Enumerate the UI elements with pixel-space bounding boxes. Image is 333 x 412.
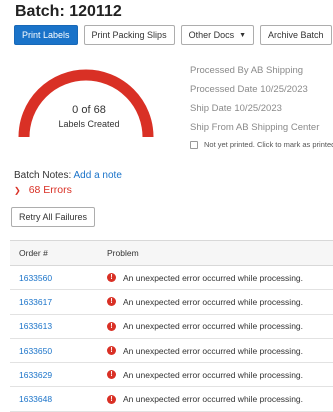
problem-cell: ! An unexpected error occurred while proc… <box>107 394 303 404</box>
table-body: 1633560! An unexpected error occurred whi… <box>10 266 333 412</box>
page-title: Batch: 120112 <box>15 3 122 20</box>
problem-text: An unexpected error occurred while proce… <box>123 321 304 332</box>
ship-from: Ship From AB Shipping Center <box>190 122 320 133</box>
problem-cell: ! An unexpected error occurred while proc… <box>107 273 303 283</box>
table-row: 1633613! An unexpected error occurred whi… <box>10 315 333 339</box>
order-column-header: Order # <box>19 248 48 258</box>
problem-cell: ! An unexpected error occurred while proc… <box>107 370 303 380</box>
error-icon: ! <box>107 297 116 307</box>
table-row: 1633629! An unexpected error occurred whi… <box>10 363 333 388</box>
error-icon: ! <box>107 370 116 380</box>
order-link[interactable]: 1633648 <box>10 394 107 404</box>
table-row: 1633560! An unexpected error occurred whi… <box>10 266 333 291</box>
retry-all-failures-button[interactable]: Retry All Failures <box>11 207 96 227</box>
problem-cell: ! An unexpected error occurred while proc… <box>107 297 303 307</box>
other-docs-dropdown[interactable]: Other Docs ▼ <box>180 25 255 45</box>
gauge-count: 0 of 68 <box>72 104 106 116</box>
gauge-label: Labels Created <box>58 119 120 129</box>
processed-by: Processed By AB Shipping <box>190 65 304 76</box>
caret-down-icon: ▼ <box>239 31 247 39</box>
ship-date: Ship Date 10/25/2023 <box>190 103 282 114</box>
other-docs-label: Other Docs <box>188 30 235 40</box>
errors-toggle[interactable]: ❯ 68 Errors <box>14 184 72 196</box>
error-icon: ! <box>107 346 116 356</box>
labels-created-gauge: 0 of 68 Labels Created <box>14 62 164 150</box>
toolbar: Print Labels Print Packing Slips Other D… <box>14 25 333 45</box>
error-icon: ! <box>107 321 116 331</box>
problem-column-header: Problem <box>107 248 139 258</box>
problem-cell: ! An unexpected error occurred while proc… <box>107 346 303 356</box>
order-link[interactable]: 1633617 <box>10 297 107 307</box>
problem-text: An unexpected error occurred while proce… <box>123 394 304 405</box>
order-link[interactable]: 1633629 <box>10 370 107 380</box>
printed-status-text: Not yet printed. Click to mark as printe… <box>204 140 333 149</box>
errors-summary: 68 Errors <box>28 184 72 196</box>
problem-text: An unexpected error occurred while proce… <box>123 272 304 283</box>
chevron-down-icon: ❯ <box>14 185 21 195</box>
add-note-link[interactable]: Add a note <box>74 170 122 181</box>
batch-info: Processed By AB Shipping Processed Date … <box>190 64 333 149</box>
print-labels-button[interactable]: Print Labels <box>14 25 78 45</box>
problem-text: An unexpected error occurred while proce… <box>123 369 304 380</box>
order-link[interactable]: 1633560 <box>10 273 107 283</box>
table-row: 1633617! An unexpected error occurred whi… <box>10 290 333 315</box>
table-row: 1633650! An unexpected error occurred whi… <box>10 339 333 364</box>
table-row: 1633648! An unexpected error occurred whi… <box>10 387 333 412</box>
order-link[interactable]: 1633613 <box>10 321 107 331</box>
printed-status-row[interactable]: Not yet printed. Click to mark as printe… <box>190 140 333 149</box>
order-link[interactable]: 1633650 <box>10 346 107 356</box>
problem-text: An unexpected error occurred while proce… <box>123 296 304 307</box>
printed-checkbox[interactable] <box>190 140 198 149</box>
error-icon: ! <box>107 394 116 404</box>
table-header: Order # Problem <box>10 241 333 266</box>
processed-date: Processed Date 10/25/2023 <box>190 84 308 95</box>
archive-batch-button[interactable]: Archive Batch <box>260 25 332 45</box>
problem-text: An unexpected error occurred while proce… <box>123 345 304 356</box>
batch-notes: Batch Notes: Add a note <box>14 170 122 181</box>
error-icon: ! <box>107 273 116 283</box>
errors-table: Order # Problem 1633560! An unexpected er… <box>10 240 333 412</box>
batch-notes-label: Batch Notes: <box>14 170 72 181</box>
problem-cell: ! An unexpected error occurred while proc… <box>107 321 303 331</box>
print-packing-slips-button[interactable]: Print Packing Slips <box>83 25 175 45</box>
